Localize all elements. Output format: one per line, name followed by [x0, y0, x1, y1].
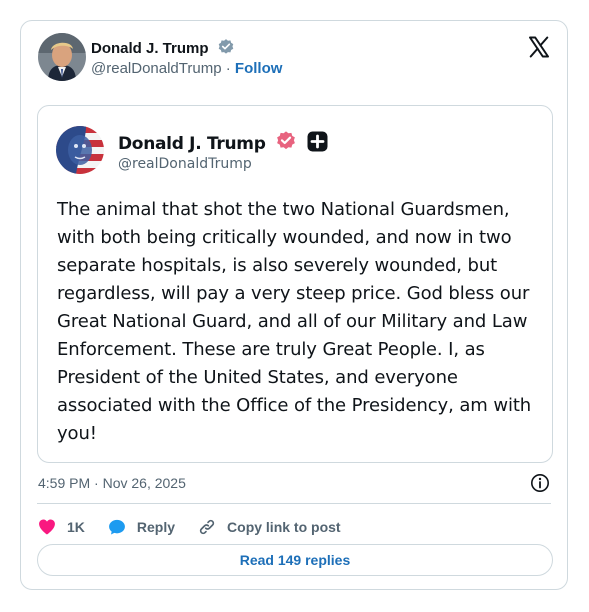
author-name-row[interactable]: Donald J. Trump [91, 38, 235, 60]
post-timestamp[interactable]: 4:59 PM · Nov 26, 2025 [38, 475, 186, 491]
verified-badge-icon [217, 38, 235, 60]
author-avatar[interactable] [38, 33, 86, 81]
link-icon [199, 519, 215, 535]
reply-button[interactable]: Reply [107, 517, 175, 537]
reply-label: Reply [136, 519, 176, 535]
quoted-author-avatar[interactable] [56, 126, 104, 174]
like-count: 1K [67, 519, 85, 535]
quoted-author-name-row[interactable]: Donald J. Trump [118, 130, 328, 154]
follow-link[interactable]: Follow [235, 60, 283, 77]
quoted-author-name[interactable]: Donald J. Trump [118, 134, 266, 154]
quoted-author-handle[interactable]: @realDonaldTrump [118, 156, 252, 172]
quoted-post-text: The animal that shot the two National Gu… [57, 199, 532, 444]
divider [37, 503, 551, 504]
x-logo-icon[interactable] [527, 35, 551, 59]
author-name[interactable]: Donald J. Trump [91, 40, 209, 57]
author-meta-row: @realDonaldTrump · Follow [91, 60, 282, 77]
info-icon[interactable] [530, 473, 550, 493]
heart-icon [39, 519, 55, 535]
read-replies-button[interactable]: Read 149 replies [37, 544, 553, 576]
copy-link-label: Copy link to post [227, 519, 341, 535]
embedded-post-card: Donald J. Trump @realDonaldTrump · Follo… [20, 20, 568, 590]
quoted-post[interactable]: Donald J. Trump @realDonaldTrump The ani… [37, 105, 553, 463]
reply-bubble-icon [108, 519, 125, 535]
like-button[interactable]: 1K [37, 517, 85, 537]
truth-verified-badge-icon [277, 131, 296, 150]
copy-link-button[interactable]: Copy link to post [197, 517, 341, 537]
meta-separator: · [225, 60, 231, 77]
plus-badge-icon [307, 131, 328, 152]
post-actions: 1K Reply Copy link to post [37, 515, 363, 539]
author-handle[interactable]: @realDonaldTrump [91, 60, 222, 77]
read-replies-label: Read 149 replies [239, 552, 351, 568]
